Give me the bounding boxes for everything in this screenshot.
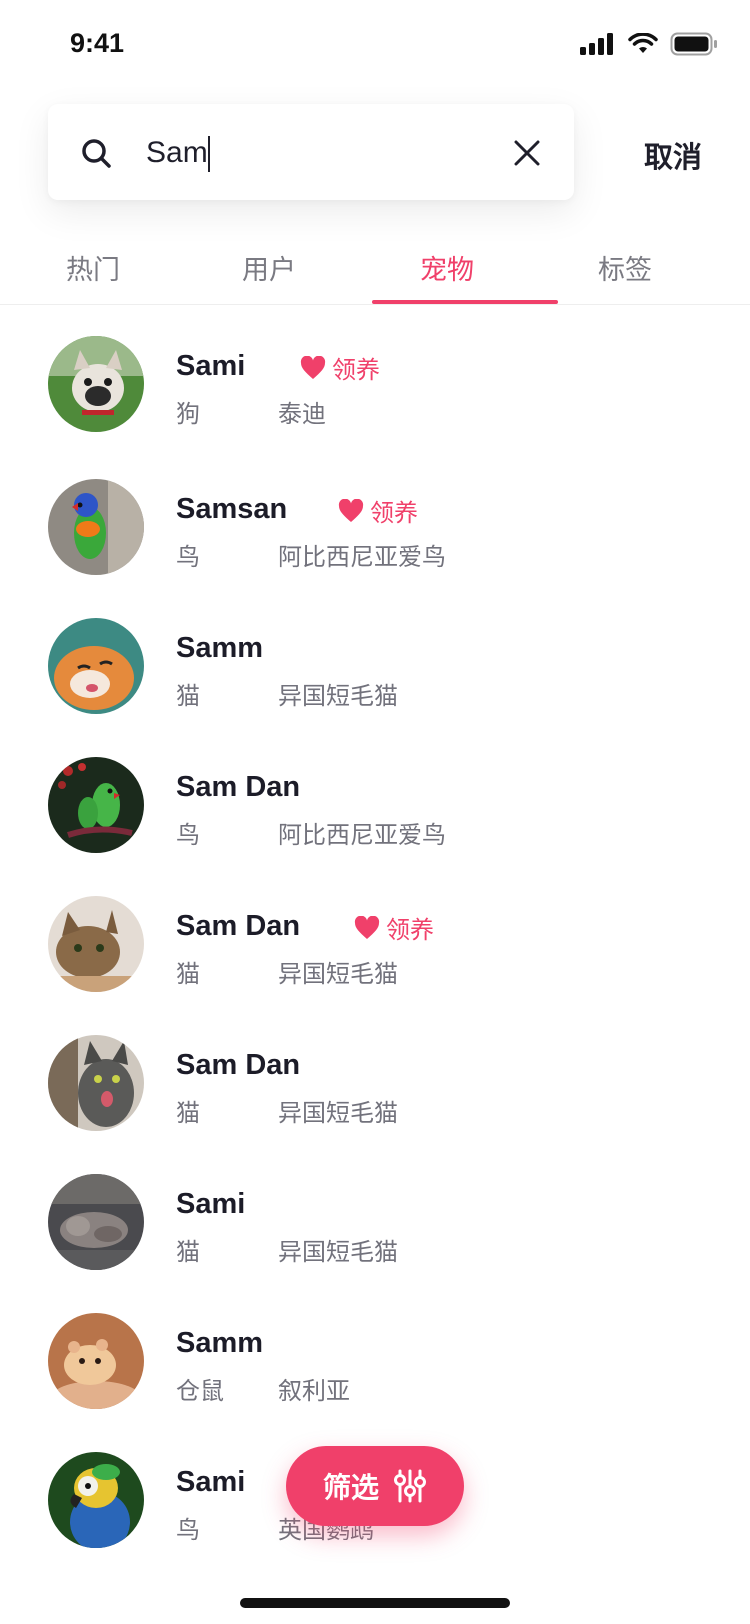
pet-species: 鸟 bbox=[176, 1516, 200, 1544]
tab-hot[interactable]: 热门 bbox=[0, 248, 186, 287]
avatar bbox=[48, 336, 144, 432]
pet-breed: 异国短毛猫 bbox=[278, 1099, 398, 1127]
adopt-badge: 领养 bbox=[338, 493, 418, 528]
list-item[interactable]: Samsan 领养 鸟 阿比西尼亚爱鸟 bbox=[48, 479, 708, 579]
sliders-icon bbox=[394, 1469, 426, 1503]
list-item[interactable]: Sam Dan 猫 异国短毛猫 bbox=[48, 1035, 708, 1135]
pet-species: 猫 bbox=[176, 682, 200, 710]
tab-bar: 热门 用户 宠物 标签 bbox=[0, 236, 750, 305]
pet-name: Samm bbox=[176, 1327, 264, 1359]
filter-label: 筛选 bbox=[322, 1471, 379, 1504]
adopt-label: 领养 bbox=[332, 356, 380, 384]
pet-species: 鸟 bbox=[176, 821, 200, 849]
list-item[interactable]: Sam Dan 鸟 阿比西尼亚爱鸟 bbox=[48, 757, 708, 857]
status-bar: 9:41 bbox=[0, 0, 750, 90]
tab-active-indicator bbox=[372, 300, 558, 304]
search-icon bbox=[82, 139, 111, 168]
list-item[interactable]: Sami 猫 异国短毛猫 bbox=[48, 1174, 708, 1274]
pet-breed: 阿比西尼亚爱鸟 bbox=[278, 543, 446, 571]
pet-name: Sam Dan bbox=[176, 1049, 301, 1081]
pet-species: 仓鼠 bbox=[176, 1377, 224, 1405]
home-indicator bbox=[240, 1598, 510, 1608]
avatar bbox=[48, 757, 144, 853]
pet-name: Sam Dan bbox=[176, 771, 301, 803]
avatar bbox=[48, 618, 144, 714]
pet-species: 猫 bbox=[176, 1099, 200, 1127]
pet-breed: 泰迪 bbox=[278, 400, 326, 428]
pet-species: 猫 bbox=[176, 960, 200, 988]
tab-tags[interactable]: 标签 bbox=[532, 248, 718, 287]
avatar bbox=[48, 1313, 144, 1409]
clear-icon[interactable] bbox=[514, 140, 540, 166]
avatar bbox=[48, 1035, 144, 1131]
list-item[interactable]: Sam Dan 领养 猫 异国短毛猫 bbox=[48, 896, 708, 996]
adopt-label: 领养 bbox=[370, 499, 418, 527]
avatar bbox=[48, 896, 144, 992]
pet-name: Sam Dan bbox=[176, 910, 301, 942]
pet-breed: 异国短毛猫 bbox=[278, 682, 398, 710]
pet-breed: 异国短毛猫 bbox=[278, 1238, 398, 1266]
pet-breed: 异国短毛猫 bbox=[278, 960, 398, 988]
search-input[interactable] bbox=[144, 130, 488, 176]
tab-users[interactable]: 用户 bbox=[176, 248, 362, 287]
pet-name: Sami bbox=[176, 1466, 246, 1498]
status-time: 9:41 bbox=[70, 28, 125, 58]
list-item[interactable]: Sami 领养 狗 泰迪 bbox=[48, 336, 708, 436]
pet-name: Samm bbox=[176, 632, 264, 664]
wifi-icon bbox=[628, 33, 658, 53]
avatar bbox=[48, 1452, 144, 1548]
filter-button[interactable]: 筛选 bbox=[286, 1446, 464, 1526]
pet-species: 狗 bbox=[176, 400, 200, 428]
avatar bbox=[48, 479, 144, 575]
heart-icon bbox=[354, 915, 380, 939]
pet-breed: 叙利亚 bbox=[278, 1377, 350, 1405]
pet-name: Sami bbox=[176, 1188, 246, 1220]
pet-species: 鸟 bbox=[176, 543, 200, 571]
pet-species: 猫 bbox=[176, 1238, 200, 1266]
pet-name: Samsan bbox=[176, 493, 288, 525]
list-item[interactable]: Samm 猫 异国短毛猫 bbox=[48, 618, 708, 718]
avatar bbox=[48, 1174, 144, 1270]
battery-icon bbox=[670, 32, 717, 56]
adopt-label: 领养 bbox=[386, 916, 434, 944]
list-item[interactable]: Samm 仓鼠 叙利亚 bbox=[48, 1313, 708, 1413]
search-bar[interactable] bbox=[48, 104, 574, 200]
heart-icon bbox=[338, 498, 364, 522]
adopt-badge: 领养 bbox=[354, 910, 434, 945]
pet-name: Sami bbox=[176, 350, 246, 382]
tab-pets[interactable]: 宠物 bbox=[354, 248, 540, 287]
pet-breed: 阿比西尼亚爱鸟 bbox=[278, 821, 446, 849]
signal-icon bbox=[580, 33, 613, 55]
cancel-button[interactable]: 取消 bbox=[644, 134, 702, 176]
text-caret bbox=[208, 136, 210, 172]
adopt-badge: 领养 bbox=[300, 350, 380, 385]
heart-icon bbox=[300, 355, 326, 379]
